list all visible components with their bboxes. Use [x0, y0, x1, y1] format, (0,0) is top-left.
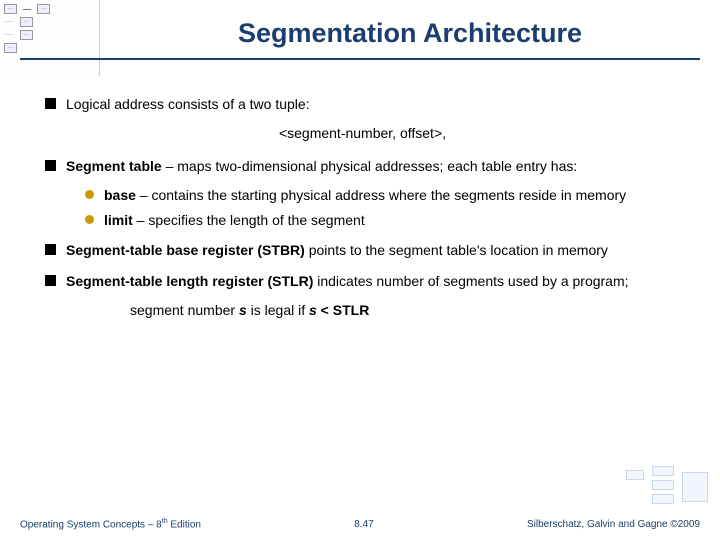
b4-s1: s: [239, 302, 247, 318]
b4-s2: s: [309, 302, 317, 318]
footer-left: Operating System Concepts – 8th Edition: [20, 518, 201, 530]
bullet-3-text: Segment-table base register (STBR) point…: [66, 241, 680, 260]
sub-bullet-1-lead: base: [104, 187, 136, 203]
bullet-1-text: Logical address consists of a two tuple:: [66, 95, 680, 114]
square-bullet-icon: [45, 275, 56, 286]
footer-right: Silberschatz, Galvin and Gagne ©2009: [527, 519, 700, 530]
bullet-4-sub: segment number s is legal if s < STLR: [130, 301, 680, 320]
b4-cmp: <: [317, 302, 333, 318]
decorative-diagram: [624, 464, 714, 514]
bullet-3: Segment-table base register (STBR) point…: [45, 241, 680, 260]
bullet-3-rest: points to the segment table's location i…: [305, 242, 608, 258]
b4-mid: is legal if: [247, 302, 309, 318]
slide-body: Logical address consists of a two tuple:…: [45, 95, 680, 320]
square-bullet-icon: [45, 98, 56, 109]
sub-bullet-2: limit – specifies the length of the segm…: [85, 211, 680, 230]
bullet-2-text: Segment table – maps two-dimensional phy…: [66, 157, 680, 176]
sub-bullet-2-rest: – specifies the length of the segment: [133, 212, 365, 228]
b4-stlr: STLR: [333, 302, 370, 318]
slide-footer: Operating System Concepts – 8th Edition …: [20, 518, 700, 530]
square-bullet-icon: [45, 160, 56, 171]
slide-title: Segmentation Architecture: [130, 18, 690, 49]
sub-bullet-1: base – contains the starting physical ad…: [85, 186, 680, 205]
bullet-1-sub: <segment-number, offset>,: [45, 124, 680, 143]
bullet-4-rest: indicates number of segments used by a p…: [313, 273, 628, 289]
bullet-2-lead: Segment table: [66, 158, 162, 174]
sub-bullet-1-rest: – contains the starting physical address…: [136, 187, 626, 203]
circle-bullet-icon: [85, 215, 94, 224]
sub-bullet-2-lead: limit: [104, 212, 133, 228]
bullet-4: Segment-table length register (STLR) ind…: [45, 272, 680, 291]
bullet-2-rest: – maps two-dimensional physical addresse…: [162, 158, 578, 174]
sub-bullet-2-text: limit – specifies the length of the segm…: [104, 211, 680, 230]
bullet-4-lead: Segment-table length register (STLR): [66, 273, 313, 289]
slide-thumbnail: ······ ········· ········· ···: [0, 0, 100, 76]
bullet-2: Segment table – maps two-dimensional phy…: [45, 157, 680, 176]
bullet-4-text: Segment-table length register (STLR) ind…: [66, 272, 680, 291]
square-bullet-icon: [45, 244, 56, 255]
sub-bullet-1-text: base – contains the starting physical ad…: [104, 186, 680, 205]
bullet-1: Logical address consists of a two tuple:: [45, 95, 680, 114]
b4-pre: segment number: [130, 302, 239, 318]
footer-left-post: Edition: [168, 519, 201, 530]
circle-bullet-icon: [85, 190, 94, 199]
title-rule: [20, 58, 700, 60]
bullet-3-lead: Segment-table base register (STBR): [66, 242, 305, 258]
footer-page-number: 8.47: [354, 519, 373, 530]
footer-left-pre: Operating System Concepts – 8: [20, 519, 162, 530]
